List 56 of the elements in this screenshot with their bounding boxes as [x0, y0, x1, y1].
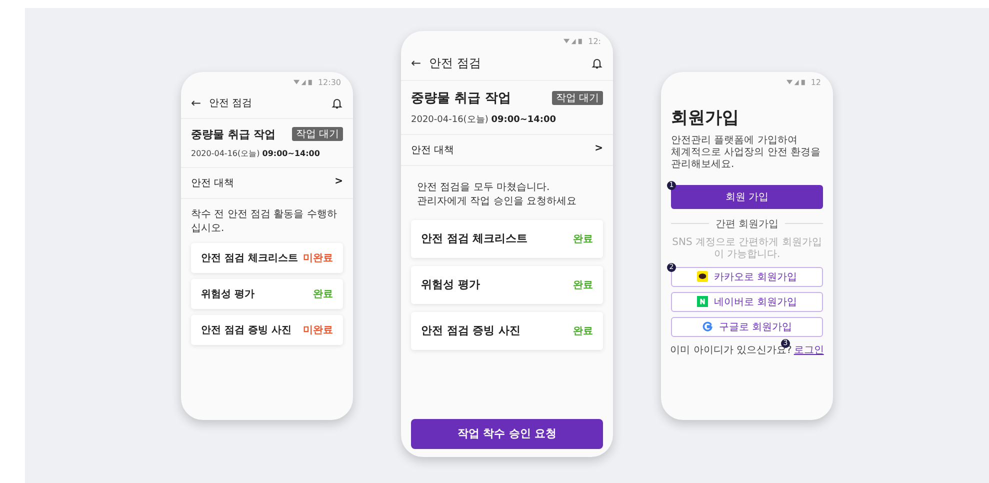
checklist-label: 안전 점검 증빙 사진: [201, 324, 292, 336]
status-time: 12:: [588, 37, 601, 46]
letter-g-icon: [702, 321, 713, 332]
signup-title: 회원가입: [671, 106, 740, 128]
instruction-text: 안전 점검을 모두 마쳤습니다. 관리자에게 작업 승인을 요청하세요: [416, 180, 578, 208]
letter-n-icon: [696, 296, 708, 307]
speech-bubble-icon: [696, 271, 708, 282]
checklist-label: 안전 점검 체크리스트: [201, 252, 298, 264]
measures-row[interactable]: 안전 대책 >: [401, 134, 613, 166]
checklist-card[interactable]: 안전 점검 체크리스트 미완료: [191, 242, 343, 272]
job-date: 2020-04-16(오늘): [191, 148, 260, 158]
measures-row[interactable]: 안전 대책 >: [181, 168, 353, 198]
signup-description: 안전관리 플랫폼에 가입하여 체계적으로 사업장의 안전 환경을 관리해보세요.: [671, 134, 822, 170]
divider-label: 간편 회원가입: [715, 218, 779, 230]
checklist-card[interactable]: 위험성 평가 완료: [191, 278, 343, 308]
screen-title: 안전 점검: [209, 96, 254, 110]
checklist-label: 위험성 평가: [421, 277, 480, 292]
status-time: 12: [810, 78, 821, 87]
instruction-text: 착수 전 안전 점검 활동을 수행하십시오.: [190, 208, 338, 236]
status-icons: [786, 79, 808, 86]
job-time: 09:00~14:00: [491, 114, 556, 124]
completion-status: 완료: [313, 288, 333, 300]
checklist-label: 위험성 평가: [201, 288, 254, 300]
checklist-card[interactable]: 위험성 평가 완료: [411, 266, 603, 304]
chevron: >: [594, 142, 603, 156]
bell-icon[interactable]: [331, 96, 343, 108]
job-title: 중량물 취급 작업: [191, 126, 276, 142]
status-icons: [292, 79, 315, 86]
checklist-label: 안전 점검 증빙 사진: [421, 323, 520, 338]
job-date: 2020-04-16(오늘): [411, 114, 488, 124]
measures-label: 안전 대책: [191, 176, 234, 190]
checklist-card[interactable]: 안전 점검 증빙 사진 미완료: [191, 314, 343, 344]
completion-status: 미완료: [303, 324, 333, 336]
chevron: >: [334, 176, 343, 188]
job-title: 중량물 취급 작업: [411, 90, 512, 106]
social-signup-button[interactable]: 구글로 회원가입: [671, 316, 823, 336]
social-signup-button[interactable]: 네이버로 회원가입: [671, 292, 823, 312]
request-button[interactable]: 작업 착수 승인 요청: [411, 418, 603, 448]
completion-status: 완료: [573, 278, 593, 292]
sns-note: SNS 계정으로 간편하게 회원가입이 가능합니다.: [671, 236, 823, 260]
checklist-label: 안전 점검 체크리스트: [421, 231, 528, 246]
measures-label: 안전 대책: [411, 144, 454, 156]
screen-title: 안전 점검: [429, 54, 482, 72]
back-button[interactable]: ←: [191, 96, 202, 110]
job-time: 09:00~14:00: [262, 148, 320, 158]
login-link[interactable]: 로그인: [794, 342, 824, 356]
completion-status: 완료: [573, 324, 593, 338]
checklist-card[interactable]: 안전 점검 체크리스트 완료: [411, 220, 603, 258]
status-badge: 작업 대기: [552, 90, 603, 104]
bell-icon[interactable]: [591, 57, 603, 69]
back-button[interactable]: ←: [411, 56, 422, 70]
status-badge: 작업 대기: [292, 127, 343, 141]
status-time: 12:30: [318, 78, 341, 87]
checklist-card[interactable]: 안전 점검 증빙 사진 완료: [411, 312, 603, 350]
completion-status: 완료: [573, 232, 593, 246]
completion-status: 미완료: [303, 252, 333, 264]
